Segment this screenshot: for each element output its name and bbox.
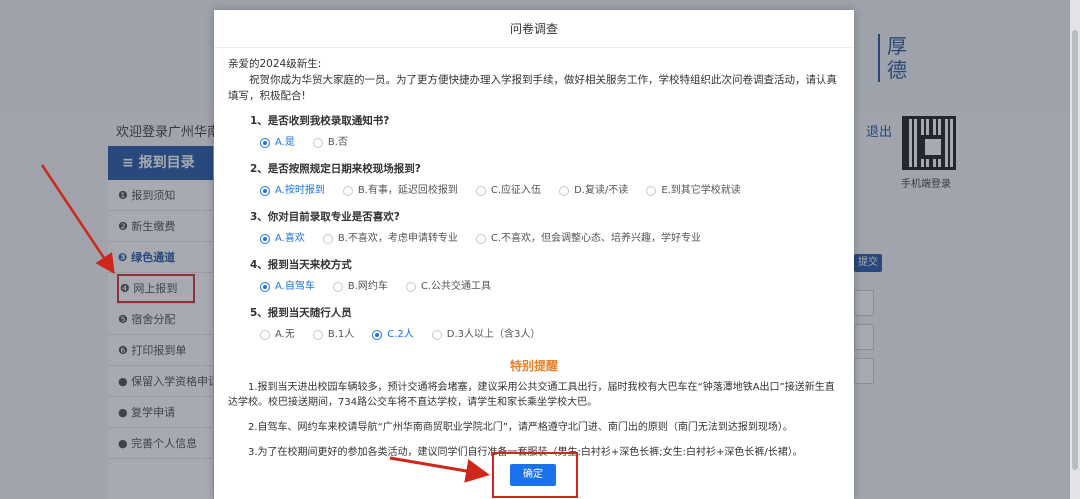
option-group: A.无 B.1人 C.2人 D.3人以上（含3人） bbox=[228, 324, 840, 346]
radio-icon[interactable] bbox=[260, 186, 270, 196]
radio-icon[interactable] bbox=[475, 234, 486, 244]
confirm-button[interactable]: 确定 bbox=[510, 464, 556, 486]
radio-label: C.应征入伍 bbox=[490, 185, 542, 196]
radio-option[interactable]: B.1人 bbox=[312, 327, 355, 343]
radio-label: C.公共交通工具 bbox=[420, 281, 492, 292]
radio-icon[interactable] bbox=[312, 138, 323, 148]
question-1: 1、是否收到我校录取通知书? A.是 B.否 bbox=[228, 110, 840, 154]
radio-option[interactable]: D.3人以上（含3人） bbox=[431, 327, 541, 343]
radio-label: E.到其它学校就读 bbox=[661, 185, 741, 196]
radio-icon[interactable] bbox=[372, 330, 383, 340]
radio-option[interactable]: A.喜欢 bbox=[260, 231, 305, 247]
option-group: A.是 B.否 bbox=[228, 132, 840, 154]
radio-icon[interactable] bbox=[260, 234, 270, 244]
radio-icon[interactable] bbox=[475, 186, 486, 196]
radio-icon[interactable] bbox=[559, 186, 570, 196]
scrollbar[interactable] bbox=[1070, 0, 1080, 499]
notice-title: 特别提醒 bbox=[509, 359, 558, 373]
radio-label: B.网约车 bbox=[347, 281, 388, 292]
notice-item: 2.自驾车、网约车来校请导航“广州华南商贸职业学院北门”，请严格遵守北门进、南门… bbox=[248, 422, 793, 433]
radio-icon[interactable] bbox=[332, 282, 343, 292]
radio-icon[interactable] bbox=[405, 282, 416, 292]
radio-icon[interactable] bbox=[646, 186, 657, 196]
radio-label: B.有事，延迟回校报到 bbox=[357, 185, 458, 196]
radio-option[interactable]: C.2人 bbox=[372, 327, 414, 343]
radio-label: B.否 bbox=[327, 137, 348, 148]
radio-option[interactable]: C.应征入伍 bbox=[475, 183, 542, 199]
option-group: A.自驾车 B.网约车 C.公共交通工具 bbox=[228, 276, 840, 298]
radio-icon[interactable] bbox=[260, 138, 270, 148]
radio-label: B.1人 bbox=[327, 329, 355, 340]
radio-label: D.复读/不读 bbox=[574, 185, 629, 196]
radio-option[interactable]: B.网约车 bbox=[332, 279, 388, 295]
survey-modal: 问卷调查 亲爱的2024级新生: 祝贺你成为华贸大家庭的一员。为了更方便快捷办理… bbox=[214, 10, 854, 499]
radio-label: A.无 bbox=[275, 329, 295, 340]
question-4: 4、报到当天来校方式 A.自驾车 B.网约车 C.公共交通工具 bbox=[228, 254, 840, 298]
radio-icon[interactable] bbox=[260, 330, 270, 340]
question-title: 4、报到当天来校方式 bbox=[250, 259, 352, 271]
option-group: A.按时报到 B.有事，延迟回校报到 C.应征入伍 D.复读/不读 E.到其它学校就读 bbox=[228, 180, 840, 202]
radio-icon[interactable] bbox=[260, 282, 270, 292]
radio-label: A.按时报到 bbox=[275, 185, 325, 196]
radio-label: D.3人以上（含3人） bbox=[446, 329, 541, 340]
radio-label: C.2人 bbox=[387, 329, 414, 340]
question-5: 5、报到当天随行人员 A.无 B.1人 C.2人 D.3人以上（含3人） bbox=[228, 302, 840, 346]
question-2: 2、是否按照规定日期来校现场报到? A.按时报到 B.有事，延迟回校报到 C.应征入伍… bbox=[228, 158, 840, 202]
radio-label: A.喜欢 bbox=[275, 233, 305, 244]
intro-text: 祝贺你成为华贸大家庭的一员。为了更方便快捷办理入学报到手续，做好相关服务工作，学… bbox=[228, 74, 837, 102]
radio-icon[interactable] bbox=[431, 330, 442, 340]
modal-title: 问卷调查 bbox=[214, 10, 854, 48]
radio-option[interactable]: A.按时报到 bbox=[260, 183, 325, 199]
radio-label: A.自驾车 bbox=[275, 281, 315, 292]
radio-option[interactable]: E.到其它学校就读 bbox=[646, 183, 741, 199]
radio-option[interactable]: A.无 bbox=[260, 327, 295, 343]
question-list: 1、是否收到我校录取通知书? A.是 B.否 2、是否按照规定日期来校现场报到? A.按… bbox=[228, 110, 840, 346]
option-group: A.喜欢 B.不喜欢，考虑申请转专业 C.不喜欢，但会调整心态、培养兴趣，学好专业 bbox=[228, 228, 840, 250]
radio-option[interactable]: A.自驾车 bbox=[260, 279, 315, 295]
question-title: 3、你对目前录取专业是否喜欢? bbox=[250, 211, 400, 223]
question-title: 5、报到当天随行人员 bbox=[250, 307, 352, 319]
radio-label: B.不喜欢，考虑申请转专业 bbox=[337, 233, 458, 244]
radio-option[interactable]: B.不喜欢，考虑申请转专业 bbox=[322, 231, 458, 247]
greeting: 亲爱的2024级新生: bbox=[228, 58, 322, 70]
radio-icon[interactable] bbox=[342, 186, 353, 196]
radio-icon[interactable] bbox=[322, 234, 333, 244]
radio-label: C.不喜欢，但会调整心态、培养兴趣，学好专业 bbox=[490, 233, 702, 244]
radio-label: A.是 bbox=[275, 137, 295, 148]
modal-body: 亲爱的2024级新生: 祝贺你成为华贸大家庭的一员。为了更方便快捷办理入学报到手… bbox=[214, 48, 854, 460]
question-3: 3、你对目前录取专业是否喜欢? A.喜欢 B.不喜欢，考虑申请转专业 C.不喜欢，但会… bbox=[228, 206, 840, 250]
notice-item: 1.报到当天进出校园车辆较多，预计交通将会堵塞，建议采用公共交通工具出行，届时我… bbox=[228, 382, 835, 408]
radio-option[interactable]: B.有事，延迟回校报到 bbox=[342, 183, 458, 199]
radio-option[interactable]: C.不喜欢，但会调整心态、培养兴趣，学好专业 bbox=[475, 231, 702, 247]
question-title: 2、是否按照规定日期来校现场报到? bbox=[250, 163, 421, 175]
radio-option[interactable]: D.复读/不读 bbox=[559, 183, 628, 199]
scrollbar-thumb[interactable] bbox=[1072, 30, 1078, 470]
radio-icon[interactable] bbox=[312, 330, 323, 340]
question-title: 1、是否收到我校录取通知书? bbox=[250, 115, 390, 127]
radio-option[interactable]: A.是 bbox=[260, 135, 295, 151]
radio-option[interactable]: B.否 bbox=[312, 135, 348, 151]
radio-option[interactable]: C.公共交通工具 bbox=[405, 279, 492, 295]
